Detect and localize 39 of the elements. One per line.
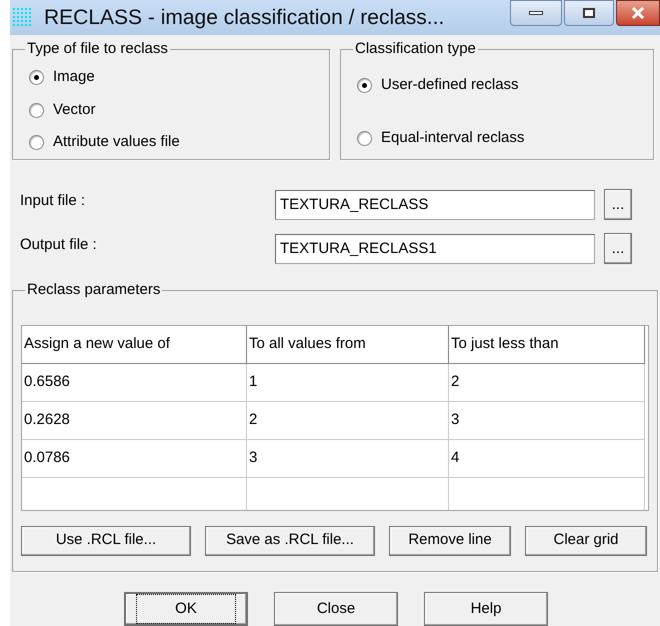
radio-option[interactable]: User-defined reclass: [357, 74, 653, 97]
table-cell: 4: [449, 440, 645, 478]
column-header[interactable]: To just less than: [449, 326, 645, 364]
table-cell: 3: [449, 402, 645, 440]
file-input-field[interactable]: TEXTURA_RECLASS: [275, 190, 595, 220]
browse-button[interactable]: ...: [604, 189, 632, 220]
dialog-button[interactable]: OK: [124, 592, 248, 626]
field-label: Input file :: [19, 191, 86, 212]
browse-button[interactable]: ...: [604, 233, 632, 264]
radio-option[interactable]: Attribute values file: [29, 131, 329, 154]
table-cell: 3: [247, 440, 449, 478]
group-title: Classification type: [353, 40, 478, 58]
dialog-button[interactable]: Close: [274, 592, 398, 626]
column-header[interactable]: Assign a new value of: [22, 326, 247, 364]
maximize-button[interactable]: [564, 0, 614, 26]
window-title: RECLASS - image classification / reclass...: [44, 4, 444, 31]
radio-option[interactable]: Vector: [29, 98, 329, 122]
grid-action-button[interactable]: Use .RCL file...: [21, 526, 191, 556]
radio-option[interactable]: Equal-interval reclass: [357, 126, 653, 150]
app-icon: [12, 6, 34, 29]
group-title: Type of file to reclass: [25, 40, 170, 58]
dialog-button[interactable]: Help: [424, 592, 548, 626]
radio-option[interactable]: Image: [29, 66, 329, 89]
table-cell: 2: [247, 402, 449, 440]
minimize-button[interactable]: [510, 0, 562, 26]
table-cell: 0.2628: [22, 402, 247, 440]
file-input-field[interactable]: TEXTURA_RECLASS1: [275, 234, 595, 264]
close-icon: [631, 7, 645, 19]
close-button[interactable]: [616, 0, 660, 26]
table-cell: 0.0786: [22, 440, 247, 478]
table-cell: 1: [247, 364, 449, 402]
table-cell: 2: [449, 364, 645, 402]
group-title: Reclass parameters: [25, 280, 162, 299]
grid-action-button[interactable]: Remove line: [389, 526, 511, 556]
grid-action-button[interactable]: Save as .RCL file...: [205, 526, 375, 556]
field-label: Output file :: [19, 235, 98, 256]
table-cell: 0.6586: [22, 364, 247, 402]
grid-action-button[interactable]: Clear grid: [525, 526, 647, 556]
column-header[interactable]: To all values from: [247, 326, 449, 364]
